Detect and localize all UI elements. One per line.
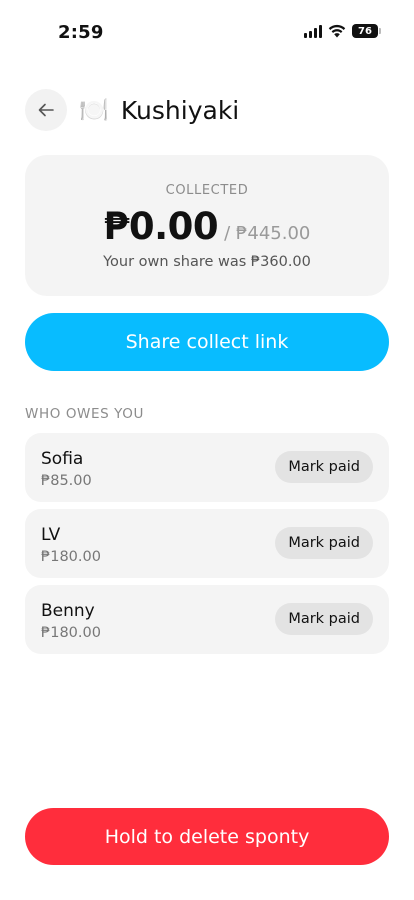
wifi-icon: [328, 24, 346, 38]
battery-level: 76: [358, 25, 372, 37]
mark-paid-button[interactable]: Mark paid: [275, 451, 373, 483]
debtor-amount: ₱180.00: [41, 625, 101, 641]
share-collect-link-button[interactable]: Share collect link: [25, 313, 389, 371]
list-item: LV ₱180.00 Mark paid: [25, 509, 389, 578]
mark-paid-button[interactable]: Mark paid: [275, 527, 373, 559]
status-time: 2:59: [58, 22, 104, 43]
collected-amount: ₱0.00: [103, 205, 219, 248]
owe-list: Sofia ₱85.00 Mark paid LV ₱180.00 Mark p…: [25, 433, 389, 661]
own-share-text: Your own share was ₱360.00: [103, 254, 311, 270]
total-amount: / ₱445.00: [224, 223, 311, 244]
summary-card: COLLECTED ₱0.00 / ₱445.00 Your own share…: [25, 155, 389, 296]
page-title: Kushiyaki: [120, 95, 240, 125]
debtor-name: Sofia: [41, 449, 84, 469]
amount-row: ₱0.00 / ₱445.00: [25, 205, 389, 248]
collected-label: COLLECTED: [165, 183, 249, 198]
plate-icon: 🍽️: [79, 96, 109, 124]
debtor-amount: ₱180.00: [41, 549, 101, 565]
debtor-name: LV: [41, 525, 61, 545]
header: 🍽️ Kushiyaki: [25, 89, 389, 131]
back-button[interactable]: [25, 89, 67, 131]
mark-paid-button[interactable]: Mark paid: [275, 603, 373, 635]
hold-to-delete-button[interactable]: Hold to delete sponty: [25, 808, 389, 865]
debtor-name: Benny: [41, 601, 95, 621]
screen: 2:59 76 🍽️ Kushiyaki COLLECTED ₱0.00 / ₱…: [0, 0, 414, 900]
who-owes-you-label: WHO OWES YOU: [25, 406, 144, 422]
list-item: Sofia ₱85.00 Mark paid: [25, 433, 389, 502]
battery-icon: 76: [352, 24, 381, 38]
list-item: Benny ₱180.00 Mark paid: [25, 585, 389, 654]
debtor-amount: ₱85.00: [41, 473, 92, 489]
status-bar: 2:59 76: [0, 0, 414, 60]
signal-icon: [304, 24, 322, 38]
arrow-left-icon: [38, 103, 54, 117]
status-icons: 76: [304, 24, 381, 38]
